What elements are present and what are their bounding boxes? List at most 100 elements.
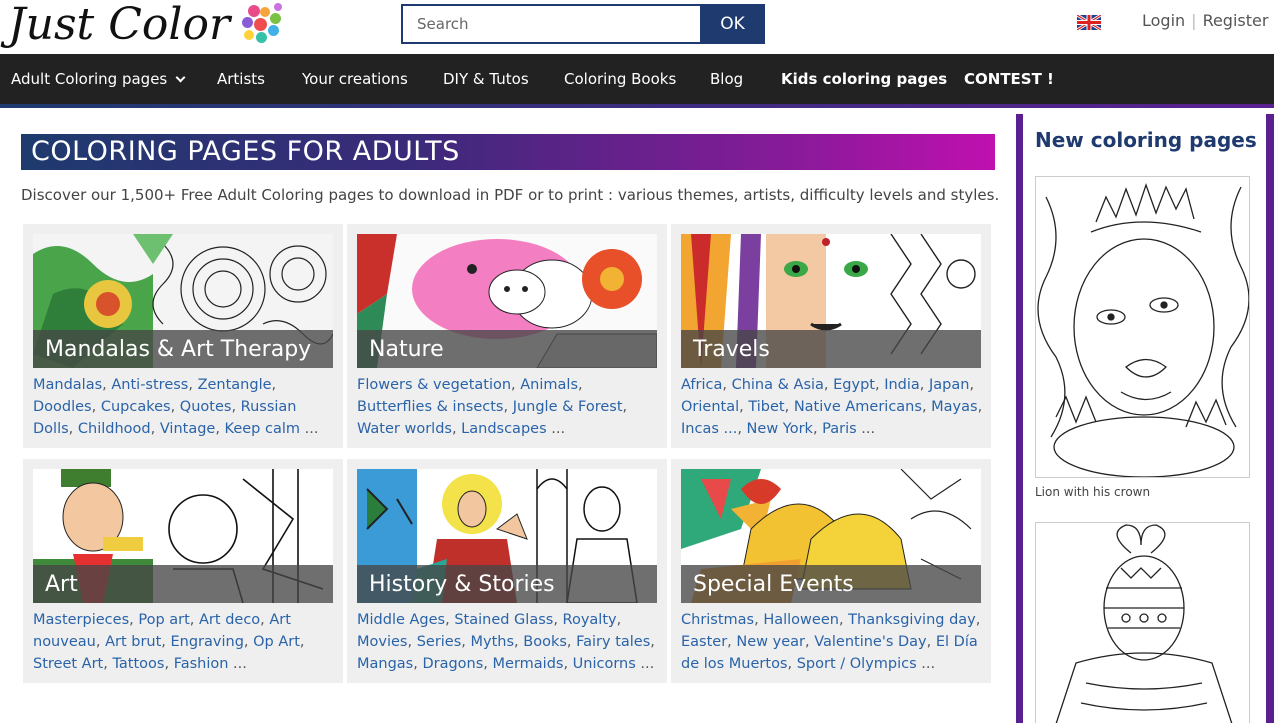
category-title[interactable]: Mandalas & Art Therapy — [33, 330, 333, 368]
category-card-art: Art Masterpieces, Pop art, Art deco, Art… — [23, 459, 343, 683]
sidebar-left-border — [1016, 114, 1023, 723]
category-link[interactable]: Art deco — [199, 612, 260, 628]
category-link[interactable]: Incas ... — [681, 421, 737, 437]
category-link[interactable]: Thanksgiving day — [848, 612, 976, 628]
category-link[interactable]: Childhood — [78, 421, 151, 437]
category-link[interactable]: Halloween — [763, 612, 839, 628]
category-link[interactable]: Fashion — [174, 656, 229, 672]
category-link[interactable]: Butterflies & insects — [357, 399, 503, 415]
category-link[interactable]: Paris — [822, 421, 857, 437]
auth-links: Login | Register — [1142, 11, 1268, 30]
login-link[interactable]: Login — [1142, 11, 1185, 30]
category-link[interactable]: Japan — [929, 377, 969, 393]
category-link[interactable]: Valentine's Day — [814, 634, 926, 650]
category-link[interactable]: Royalty — [563, 612, 617, 628]
nav-kids-coloring-pages[interactable]: Kids coloring pages — [781, 54, 947, 104]
category-link[interactable]: Anti-stress — [111, 377, 188, 393]
category-link[interactable]: Tibet — [748, 399, 784, 415]
category-link[interactable]: New year — [736, 634, 805, 650]
category-link[interactable]: Keep calm — [225, 421, 300, 437]
page-title-banner: COLORING PAGES FOR ADULTS — [21, 134, 995, 170]
category-link[interactable]: Books — [523, 634, 567, 650]
category-link[interactable]: Doodles — [33, 399, 92, 415]
category-link[interactable]: Stained Glass — [454, 612, 553, 628]
nav-your-creations[interactable]: Your creations — [302, 54, 408, 104]
category-link[interactable]: Jungle & Forest — [513, 399, 623, 415]
category-link[interactable]: Sport / Olympics — [797, 656, 917, 672]
sidebar-title: New coloring pages — [1035, 128, 1257, 152]
chevron-down-icon — [175, 72, 186, 83]
nav-gradient-bar — [0, 104, 1274, 108]
nav-coloring-books[interactable]: Coloring Books — [564, 54, 676, 104]
top-header: Just Color OK Login | Register — [0, 0, 1274, 54]
category-link[interactable]: Easter — [681, 634, 727, 650]
category-link[interactable]: Animals — [520, 377, 578, 393]
category-more: ... — [916, 656, 936, 672]
category-links: Mandalas, Anti-stress, Zentangle, Doodle… — [33, 377, 319, 437]
category-title[interactable]: Special Events — [681, 565, 981, 603]
category-link[interactable]: Native Americans — [794, 399, 922, 415]
category-more: ... — [635, 656, 655, 672]
logo-text: Just Color — [8, 0, 230, 50]
sidebar-right-border — [1266, 114, 1274, 723]
category-link[interactable]: Vintage — [160, 421, 216, 437]
category-link[interactable]: Mermaids — [493, 656, 564, 672]
category-link[interactable]: India — [884, 377, 920, 393]
category-link[interactable]: New York — [747, 421, 813, 437]
category-links: Masterpieces, Pop art, Art deco, Art nou… — [33, 612, 305, 672]
category-title[interactable]: Travels — [681, 330, 981, 368]
category-link[interactable]: Engraving — [171, 634, 244, 650]
category-link[interactable]: Landscapes — [461, 421, 546, 437]
category-link[interactable]: Tattoos — [112, 656, 164, 672]
category-link[interactable]: Mandalas — [33, 377, 102, 393]
category-link[interactable]: Zentangle — [198, 377, 272, 393]
nav-artists[interactable]: Artists — [217, 54, 265, 104]
category-link[interactable]: Masterpieces — [33, 612, 129, 628]
category-title[interactable]: History & Stories — [357, 565, 657, 603]
category-link[interactable]: Water worlds — [357, 421, 452, 437]
uk-flag-icon[interactable] — [1077, 15, 1101, 30]
search-ok-button[interactable]: OK — [700, 4, 765, 44]
category-link[interactable]: Movies — [357, 634, 407, 650]
category-link[interactable]: Unicorns — [573, 656, 636, 672]
category-link[interactable]: Fairy tales — [576, 634, 650, 650]
category-more: ... — [546, 421, 566, 437]
category-link[interactable]: Oriental — [681, 399, 739, 415]
search-input[interactable] — [401, 4, 700, 44]
intro-text: Discover our 1,500+ Free Adult Coloring … — [21, 186, 1000, 204]
category-title[interactable]: Nature — [357, 330, 657, 368]
category-card-special-events: Special Events Christmas, Halloween, Tha… — [671, 459, 991, 683]
register-link[interactable]: Register — [1203, 11, 1269, 30]
nav-contest[interactable]: CONTEST ! — [964, 54, 1054, 104]
nav-label: Adult Coloring pages — [11, 70, 168, 88]
category-link[interactable]: Op Art — [253, 634, 300, 650]
category-card-history-stories: History & Stories Middle Ages, Stained G… — [347, 459, 667, 683]
category-link[interactable]: Cupcakes — [101, 399, 171, 415]
main-navbar: Adult Coloring pages Artists Your creati… — [0, 54, 1274, 104]
category-link[interactable]: Pop art — [138, 612, 189, 628]
category-link[interactable]: Quotes — [180, 399, 232, 415]
category-link[interactable]: Christmas — [681, 612, 754, 628]
sidebar-thumbnail-lion[interactable] — [1035, 176, 1250, 478]
category-link[interactable]: Art brut — [105, 634, 161, 650]
category-link[interactable]: Street Art — [33, 656, 103, 672]
sidebar-thumbnail-caption[interactable]: Lion with his crown — [1035, 485, 1150, 499]
sidebar-thumbnail-easter-egg[interactable] — [1035, 522, 1250, 723]
category-link[interactable]: Series — [417, 634, 462, 650]
nav-blog[interactable]: Blog — [710, 54, 743, 104]
category-link[interactable]: Mangas — [357, 656, 413, 672]
category-link[interactable]: Dragons — [422, 656, 483, 672]
category-links: Africa, China & Asia, Egypt, India, Japa… — [681, 377, 983, 437]
category-link[interactable]: Egypt — [833, 377, 875, 393]
category-link[interactable]: Flowers & vegetation — [357, 377, 511, 393]
category-link[interactable]: Mayas — [931, 399, 977, 415]
logo[interactable]: Just Color — [8, 0, 286, 50]
category-link[interactable]: Myths — [471, 634, 515, 650]
nav-adult-coloring-pages[interactable]: Adult Coloring pages — [11, 54, 186, 104]
category-link[interactable]: Middle Ages — [357, 612, 445, 628]
category-link[interactable]: Africa — [681, 377, 722, 393]
nav-diy-tutos[interactable]: DIY & Tutos — [443, 54, 529, 104]
category-title[interactable]: Art — [33, 565, 333, 603]
category-links: Christmas, Halloween, Thanksgiving day, … — [681, 612, 981, 672]
category-link[interactable]: China & Asia — [732, 377, 824, 393]
